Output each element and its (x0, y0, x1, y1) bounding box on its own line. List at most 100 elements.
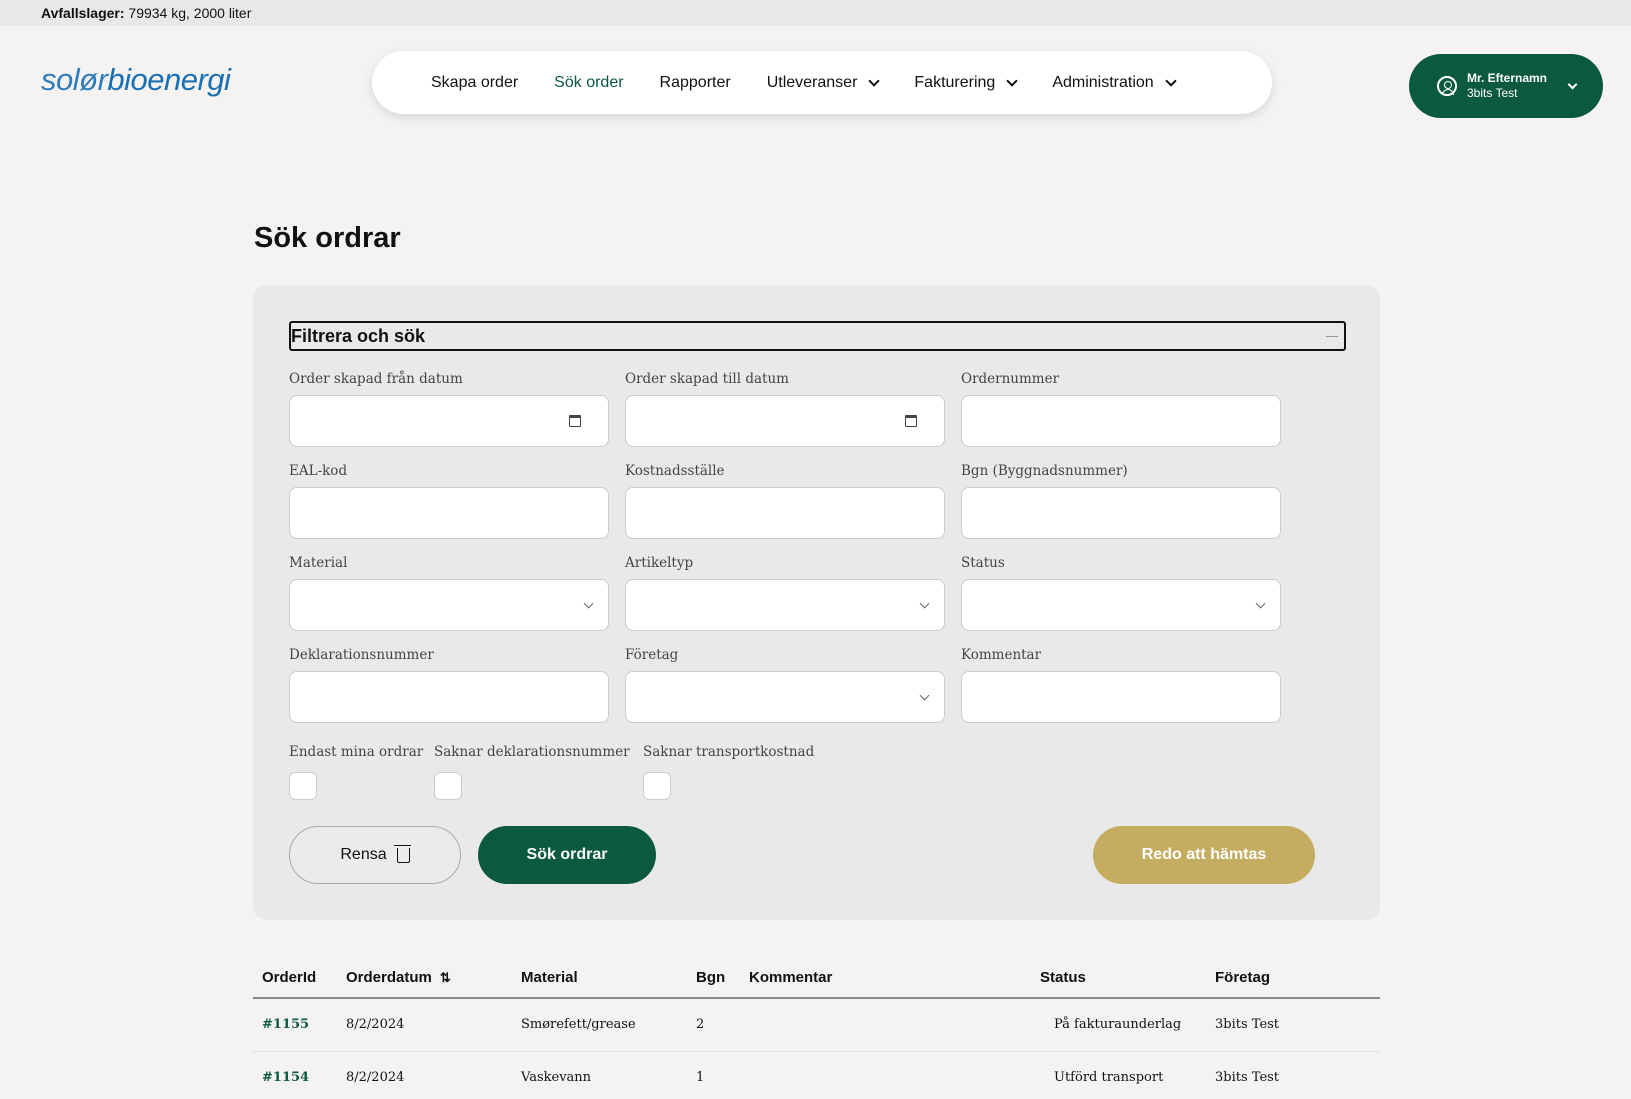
chevron-down-icon (919, 598, 930, 609)
missing-transport-label: Saknar transportkostnad (643, 744, 815, 760)
col-header-foretag[interactable]: Företag (1206, 958, 1380, 999)
only-mine-checkbox[interactable] (289, 772, 317, 800)
material-label: Material (289, 555, 348, 571)
order-bgn: 2 (687, 998, 740, 1052)
nav-fakturering[interactable]: Fakturering (914, 73, 1018, 92)
company-select[interactable] (625, 671, 945, 723)
from-date-label: Order skapad från datum (289, 371, 463, 387)
calendar-icon[interactable] (905, 415, 917, 427)
user-name: Mr. Efternamn (1467, 71, 1548, 85)
table-header-row: OrderId Orderdatum ⇅ Material Bgn Komment… (253, 958, 1380, 999)
article-type-select[interactable] (625, 579, 945, 631)
nav-sok-order[interactable]: Sök order (554, 74, 623, 92)
material-field: Material (289, 555, 609, 631)
table-row[interactable]: #1154 8/2/2024 Vaskevann 1 Utförd transp… (253, 1051, 1380, 1099)
nav-skapa-order[interactable]: Skapa order (431, 74, 518, 92)
bgn-input[interactable] (961, 487, 1281, 539)
company-label: Företag (625, 647, 679, 663)
trash-icon (393, 844, 411, 863)
order-status: Utförd transport (1031, 1051, 1206, 1099)
col-header-status[interactable]: Status (1031, 958, 1206, 999)
collapse-icon (1326, 336, 1338, 337)
chevron-down-icon (1567, 79, 1578, 89)
col-header-bgn[interactable]: Bgn (687, 958, 740, 999)
cost-center-input[interactable] (625, 487, 945, 539)
from-date-field: Order skapad från datum (289, 371, 609, 447)
eal-field: EAL-kod (289, 463, 609, 539)
col-header-orderdatum[interactable]: Orderdatum ⇅ (337, 958, 512, 999)
order-material: Vaskevann (512, 1051, 687, 1099)
order-comment (740, 998, 1031, 1052)
logo-part1: solør (41, 62, 108, 97)
status-select[interactable] (961, 579, 1281, 631)
comment-input[interactable] (961, 671, 1281, 723)
to-date-input[interactable] (625, 395, 945, 447)
missing-transport-checkbox[interactable] (643, 772, 671, 800)
declaration-field: Deklarationsnummer (289, 647, 609, 723)
nav-label: Fakturering (914, 73, 996, 91)
col-header-material[interactable]: Material (512, 958, 687, 999)
from-date-input[interactable] (289, 395, 609, 447)
logo[interactable]: solørbioenergi (41, 62, 231, 98)
orders-table: OrderId Orderdatum ⇅ Material Bgn Komment… (253, 958, 1380, 1099)
calendar-icon[interactable] (569, 415, 581, 427)
order-company: 3bits Test (1206, 1051, 1380, 1099)
order-date: 8/2/2024 (337, 998, 512, 1052)
comment-field: Kommentar (961, 647, 1281, 723)
col-header-kommentar[interactable]: Kommentar (740, 958, 1031, 999)
eal-input[interactable] (289, 487, 609, 539)
ready-for-pickup-button[interactable]: Redo att hämtas (1093, 826, 1315, 884)
order-status: På fakturaunderlag (1031, 998, 1206, 1052)
order-comment (740, 1051, 1031, 1099)
clear-button[interactable]: Rensa (289, 826, 461, 884)
waste-storage-value: 79934 kg, 2000 liter (128, 5, 252, 21)
order-id-link[interactable]: #1155 (253, 998, 337, 1052)
filter-panel: Filtrera och sök Order skapad från datum… (253, 285, 1380, 920)
waste-storage-label: Avfallslager: (41, 5, 125, 21)
filter-toggle[interactable]: Filtrera och sök (289, 321, 1346, 351)
page-title: Sök ordrar (254, 222, 401, 254)
sort-icon[interactable]: ⇅ (440, 970, 451, 985)
logo-part2: bioenergi (107, 62, 231, 97)
company-field: Företag (625, 647, 945, 723)
nav-label: Administration (1052, 73, 1154, 91)
table-row[interactable]: #1155 8/2/2024 Smørefett/grease 2 På fak… (253, 998, 1380, 1052)
main-nav: Skapa order Sök order Rapporter Utlevera… (372, 51, 1272, 114)
col-header-orderdatum-label: Orderdatum (346, 969, 432, 986)
missing-declaration-label: Saknar deklarationsnummer (434, 744, 630, 760)
waste-storage-bar: Avfallslager: 79934 kg, 2000 liter (0, 0, 1631, 26)
nav-label: Skapa order (431, 73, 519, 91)
user-icon (1437, 76, 1457, 96)
nav-administration[interactable]: Administration (1052, 73, 1177, 92)
chevron-down-icon (919, 690, 930, 701)
chevron-down-icon (1165, 74, 1177, 87)
filter-header-label: Filtrera och sök (291, 326, 426, 346)
ready-for-pickup-label: Redo att hämtas (1141, 846, 1267, 863)
order-bgn: 1 (687, 1051, 740, 1099)
nav-label: Sök order (554, 73, 624, 91)
comment-label: Kommentar (961, 647, 1042, 663)
nav-rapporter[interactable]: Rapporter (660, 74, 731, 92)
clear-label: Rensa (340, 846, 387, 863)
material-select[interactable] (289, 579, 609, 631)
col-header-orderid[interactable]: OrderId (253, 958, 337, 999)
nav-label: Utleveranser (766, 73, 858, 91)
order-id-link[interactable]: #1154 (253, 1051, 337, 1099)
eal-label: EAL-kod (289, 463, 348, 479)
missing-declaration-checkbox[interactable] (434, 772, 462, 800)
only-mine-label: Endast mina ordrar (289, 744, 424, 760)
cost-center-label: Kostnadsställe (625, 463, 725, 479)
missing-declaration-option: Saknar deklarationsnummer (434, 744, 630, 800)
order-company: 3bits Test (1206, 998, 1380, 1052)
nav-utleveranser[interactable]: Utleveranser (766, 73, 881, 92)
nav-label: Rapporter (659, 73, 731, 91)
search-orders-button[interactable]: Sök ordrar (478, 826, 656, 884)
order-number-input[interactable] (961, 395, 1281, 447)
chevron-down-icon (1006, 74, 1018, 87)
user-company: 3bits Test (1467, 86, 1518, 100)
chevron-down-icon (583, 598, 594, 609)
declaration-input[interactable] (289, 671, 609, 723)
user-menu-button[interactable]: Mr. Efternamn 3bits Test (1409, 54, 1603, 118)
bgn-field: Bgn (Byggnadsnummer) (961, 463, 1281, 539)
missing-transport-option: Saknar transportkostnad (643, 744, 814, 800)
